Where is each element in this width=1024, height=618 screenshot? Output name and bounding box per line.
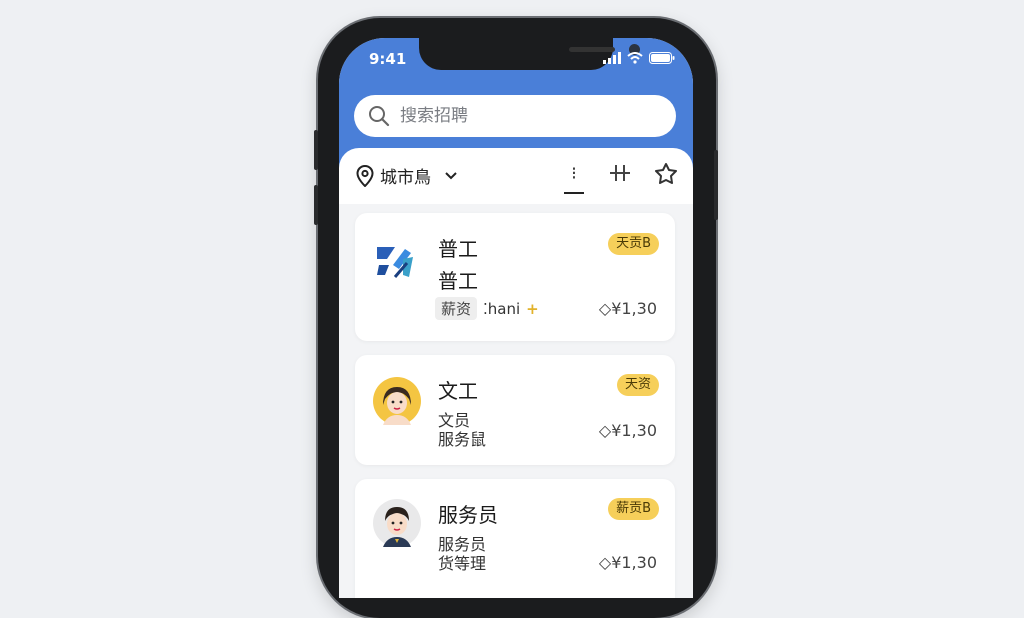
chevron-down-icon [445, 171, 457, 179]
search-input[interactable] [398, 105, 642, 127]
phone-side-button-left [314, 130, 318, 170]
wifi-icon [627, 52, 643, 64]
company-logo-icon [377, 247, 413, 278]
phone-side-button-right [714, 150, 718, 220]
filter-bar: 城市鳥 ⁝ [339, 148, 693, 204]
star-outline-icon [655, 163, 677, 184]
job-title: 服务员 [438, 503, 498, 527]
phone-screen: 9:41 搜索招聘 城市鳥 ⁝ 普工 普工 薪资 ⁚hani + 天贡B ◇¥1… [339, 38, 693, 598]
job-meta: 薪资 ⁚hani + [435, 297, 539, 320]
city-label: 城市鳥 [380, 168, 431, 188]
salary-value: ◇¥1,30 [598, 553, 657, 572]
battery-icon [649, 52, 675, 64]
job-line-2: 服务鼠 [438, 430, 487, 449]
signal-icon [603, 52, 621, 64]
location-pin-icon [356, 164, 374, 187]
search-bar[interactable] [354, 95, 676, 137]
status-icons [603, 52, 675, 64]
status-time: 9:41 [369, 50, 407, 68]
plus-icon: + [526, 299, 539, 318]
filter-icons: ⁝ [561, 160, 679, 194]
tab-grid[interactable] [607, 160, 633, 186]
status-badge: 薪贡B [608, 498, 659, 520]
city-selector[interactable]: 城市鳥 [356, 163, 459, 188]
job-card-3[interactable]: 服务员 服务员 货等理 薪贡B ◇¥1,30 [355, 479, 675, 598]
job-card-1[interactable]: 普工 普工 薪资 ⁚hani + 天贡B ◇¥1,30 [355, 213, 675, 341]
job-subtitle: 普工 [438, 269, 478, 293]
grid-icon [610, 165, 630, 181]
status-badge: 天贡B [608, 233, 659, 255]
status-badge: 天资 [616, 374, 659, 396]
search-icon [369, 106, 390, 127]
avatar-female-icon [373, 377, 421, 425]
phone-side-button-left-2 [314, 185, 318, 225]
avatar-male-icon [373, 499, 421, 547]
job-card-2[interactable]: 文工 文员 服务鼠 天资 ◇¥1,30 [355, 355, 675, 465]
job-extra: ⁚hani [483, 299, 521, 318]
job-title: 文工 [438, 379, 478, 403]
job-title: 普工 [438, 237, 478, 261]
salary-value: ◇¥1,30 [598, 421, 657, 440]
tab-favorites[interactable] [653, 160, 679, 186]
notch [419, 38, 640, 70]
job-line-2: 货等理 [438, 554, 487, 573]
tab-list[interactable]: ⁝ [561, 160, 587, 194]
list-tab-glyph: ⁝ [571, 162, 577, 184]
salary-tag: 薪资 [435, 297, 478, 320]
salary-value: ◇¥1,30 [598, 299, 657, 318]
